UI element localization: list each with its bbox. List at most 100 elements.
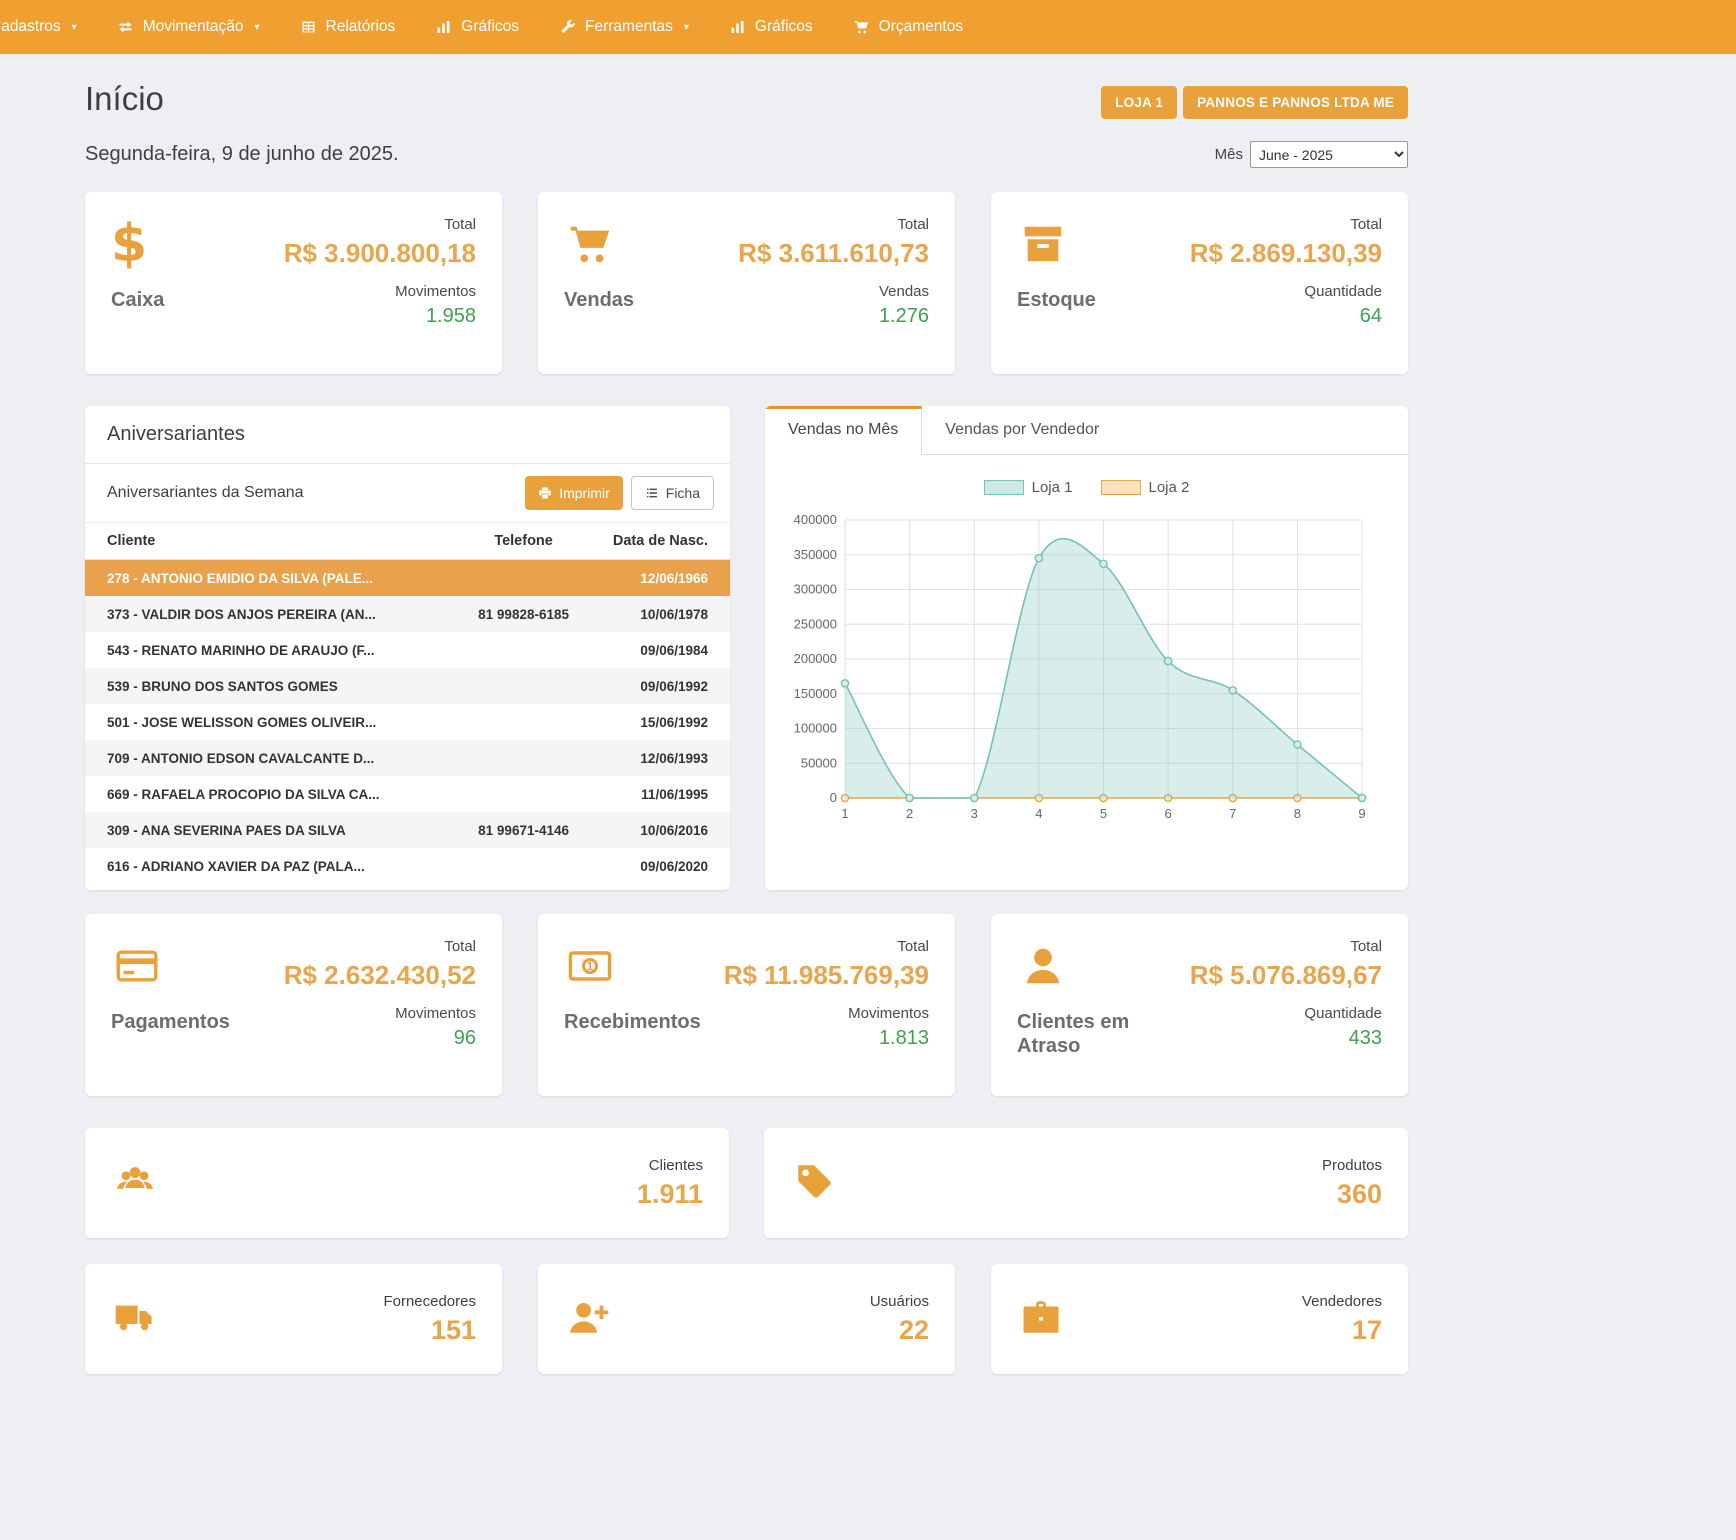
bar-chart-icon bbox=[435, 19, 452, 35]
tab-vendas-por-vendedor[interactable]: Vendas por Vendedor bbox=[922, 406, 1122, 454]
ficha-button[interactable]: Ficha bbox=[631, 476, 714, 510]
nav-item-orcamentos[interactable]: Orçamentos bbox=[833, 0, 983, 54]
cell-telefone bbox=[446, 776, 601, 812]
svg-text:1: 1 bbox=[841, 806, 848, 821]
svg-text:5: 5 bbox=[1100, 806, 1107, 821]
stat-card-vendas[interactable]: Vendas Total R$ 3.611.610,73 Vendas 1.27… bbox=[538, 192, 955, 374]
caret-down-icon: ▾ bbox=[72, 22, 77, 33]
legend-swatch bbox=[1101, 480, 1141, 495]
birthdays-table: Cliente Telefone Data de Nasc. 278 - ANT… bbox=[85, 522, 730, 884]
legend-item-loja-1[interactable]: Loja 1 bbox=[984, 479, 1073, 496]
dollar-icon: $ bbox=[111, 218, 147, 270]
stat-card-label: Recebimentos bbox=[564, 1010, 699, 1034]
total-value: R$ 2.632.430,52 bbox=[284, 960, 476, 991]
stat-card-clientes-em-atraso[interactable]: Clientes em Atraso Total R$ 5.076.869,67… bbox=[991, 914, 1408, 1096]
birthday-row[interactable]: 543 - RENATO MARINHO DE ARAUJO (F... 09/… bbox=[85, 632, 730, 668]
stat-card-label: Clientes em Atraso bbox=[1017, 1010, 1152, 1058]
counter-card-fornecedores[interactable]: Fornecedores 151 bbox=[85, 1264, 502, 1374]
nav-item-label: Gráficos bbox=[461, 18, 519, 36]
counter-card-usuarios[interactable]: Usuários 22 bbox=[538, 1264, 955, 1374]
store-button[interactable]: LOJA 1 bbox=[1101, 86, 1177, 119]
cell-cliente: 309 - ANA SEVERINA PAES DA SILVA bbox=[85, 812, 446, 848]
total-label: Total bbox=[1190, 938, 1382, 955]
nav-item-graficos-1[interactable]: Gráficos bbox=[415, 0, 539, 54]
nav-item-cadastros[interactable]: Cadastros ▾ bbox=[0, 0, 97, 54]
total-label: Total bbox=[284, 938, 476, 955]
sales-month-chart: 0500001000001500002000002500003000003500… bbox=[783, 508, 1378, 830]
svg-text:400000: 400000 bbox=[794, 512, 837, 527]
stat-card-label: Estoque bbox=[1017, 288, 1096, 312]
cell-data-nasc: 09/06/1992 bbox=[601, 668, 730, 704]
svg-text:50000: 50000 bbox=[801, 755, 837, 770]
mid-row: Aniversariantes Aniversariantes da Seman… bbox=[85, 406, 1408, 890]
nav-item-label: Orçamentos bbox=[879, 18, 963, 36]
counter-label: Usuários bbox=[870, 1293, 929, 1310]
cell-telefone: 81 99671-4146 bbox=[446, 812, 601, 848]
cell-data-nasc: 10/06/1978 bbox=[601, 596, 730, 632]
nav-item-graficos-2[interactable]: Gráficos bbox=[709, 0, 833, 54]
stat-card-caixa[interactable]: $ Caixa Total R$ 3.900.800,18 Movimentos… bbox=[85, 192, 502, 374]
count-value: 96 bbox=[284, 1027, 476, 1050]
nav-item-label: Relatórios bbox=[326, 18, 396, 36]
birthday-row[interactable]: 501 - JOSE WELISSON GOMES OLIVEIR... 15/… bbox=[85, 704, 730, 740]
caret-down-icon: ▾ bbox=[254, 22, 259, 33]
svg-text:250000: 250000 bbox=[794, 616, 837, 631]
cell-telefone bbox=[446, 848, 601, 884]
count-label: Quantidade bbox=[1190, 1005, 1382, 1022]
birthdays-title: Aniversariantes bbox=[85, 406, 730, 464]
counter-label: Fornecedores bbox=[383, 1293, 476, 1310]
birthday-row[interactable]: 309 - ANA SEVERINA PAES DA SILVA 81 9967… bbox=[85, 812, 730, 848]
dashboard-content: Início LOJA 1 PANNOS E PANNOS LTDA ME Se… bbox=[85, 54, 1408, 1414]
nav-item-relatorios[interactable]: Relatórios bbox=[280, 0, 416, 54]
legend-item-loja-2[interactable]: Loja 2 bbox=[1101, 479, 1190, 496]
birthday-row[interactable]: 709 - ANTONIO EDSON CAVALCANTE D... 12/0… bbox=[85, 740, 730, 776]
cell-data-nasc: 12/06/1993 bbox=[601, 740, 730, 776]
counter-card-produtos[interactable]: Produtos 360 bbox=[764, 1128, 1408, 1238]
stat-card-label: Caixa bbox=[111, 288, 164, 312]
nav-item-movimentacao[interactable]: Movimentação ▾ bbox=[97, 0, 280, 54]
cell-telefone bbox=[446, 704, 601, 740]
tab-vendas-no-m-s[interactable]: Vendas no Mês bbox=[765, 406, 922, 455]
svg-text:100000: 100000 bbox=[794, 721, 837, 736]
svg-text:300000: 300000 bbox=[794, 582, 837, 597]
birthdays-toolbar-buttons: Imprimir Ficha bbox=[525, 476, 714, 510]
cell-cliente: 501 - JOSE WELISSON GOMES OLIVEIR... bbox=[85, 704, 446, 740]
counter-card-vendedores[interactable]: Vendedores 17 bbox=[991, 1264, 1408, 1374]
counter-value: 1.911 bbox=[637, 1179, 703, 1210]
page-title: Início bbox=[85, 80, 164, 118]
cell-cliente: 616 - ADRIANO XAVIER DA PAZ (PALA... bbox=[85, 848, 446, 884]
nav-item-ferramentas[interactable]: Ferramentas ▾ bbox=[539, 0, 709, 54]
total-value: R$ 11.985.769,39 bbox=[724, 960, 929, 991]
birthday-row[interactable]: 616 - ADRIANO XAVIER DA PAZ (PALA... 09/… bbox=[85, 848, 730, 884]
counter-card-clientes[interactable]: Clientes 1.911 bbox=[85, 1128, 729, 1238]
cell-telefone bbox=[446, 560, 601, 597]
counter-label: Clientes bbox=[637, 1157, 703, 1174]
count-label: Vendas bbox=[738, 283, 929, 300]
cell-cliente: 278 - ANTONIO EMIDIO DA SILVA (PALE... bbox=[85, 560, 446, 597]
header-buttons: LOJA 1 PANNOS E PANNOS LTDA ME bbox=[1101, 86, 1408, 119]
birthday-row[interactable]: 669 - RAFAELA PROCOPIO DA SILVA CA... 11… bbox=[85, 776, 730, 812]
svg-text:2: 2 bbox=[906, 806, 913, 821]
svg-text:6: 6 bbox=[1164, 806, 1171, 821]
birthday-row[interactable]: 373 - VALDIR DOS ANJOS PEREIRA (AN... 81… bbox=[85, 596, 730, 632]
counter-label: Vendedores bbox=[1302, 1293, 1382, 1310]
user-plus-icon bbox=[564, 1296, 612, 1338]
total-value: R$ 5.076.869,67 bbox=[1190, 960, 1382, 991]
stat-card-recebimentos[interactable]: 1 Recebimentos Total R$ 11.985.769,39 Mo… bbox=[538, 914, 955, 1096]
month-select[interactable]: June - 2025 bbox=[1250, 141, 1408, 168]
count-label: Movimentos bbox=[724, 1005, 929, 1022]
stat-card-pagamentos[interactable]: Pagamentos Total R$ 2.632.430,52 Movimen… bbox=[85, 914, 502, 1096]
stat-card-estoque[interactable]: Estoque Total R$ 2.869.130,39 Quantidade… bbox=[991, 192, 1408, 374]
print-button[interactable]: Imprimir bbox=[525, 476, 623, 510]
stat-card-label: Pagamentos bbox=[111, 1010, 230, 1034]
cell-telefone bbox=[446, 668, 601, 704]
count-value: 1.958 bbox=[284, 305, 476, 328]
chart-tabs: Vendas no Mês Vendas por Vendedor bbox=[765, 406, 1408, 455]
ficha-button-label: Ficha bbox=[666, 485, 700, 501]
printer-icon bbox=[538, 486, 552, 500]
report-icon bbox=[300, 19, 317, 35]
birthday-row[interactable]: 539 - BRUNO DOS SANTOS GOMES 09/06/1992 bbox=[85, 668, 730, 704]
company-button[interactable]: PANNOS E PANNOS LTDA ME bbox=[1183, 86, 1408, 119]
month-label: Mês bbox=[1215, 146, 1243, 163]
birthday-row[interactable]: 278 - ANTONIO EMIDIO DA SILVA (PALE... 1… bbox=[85, 560, 730, 597]
